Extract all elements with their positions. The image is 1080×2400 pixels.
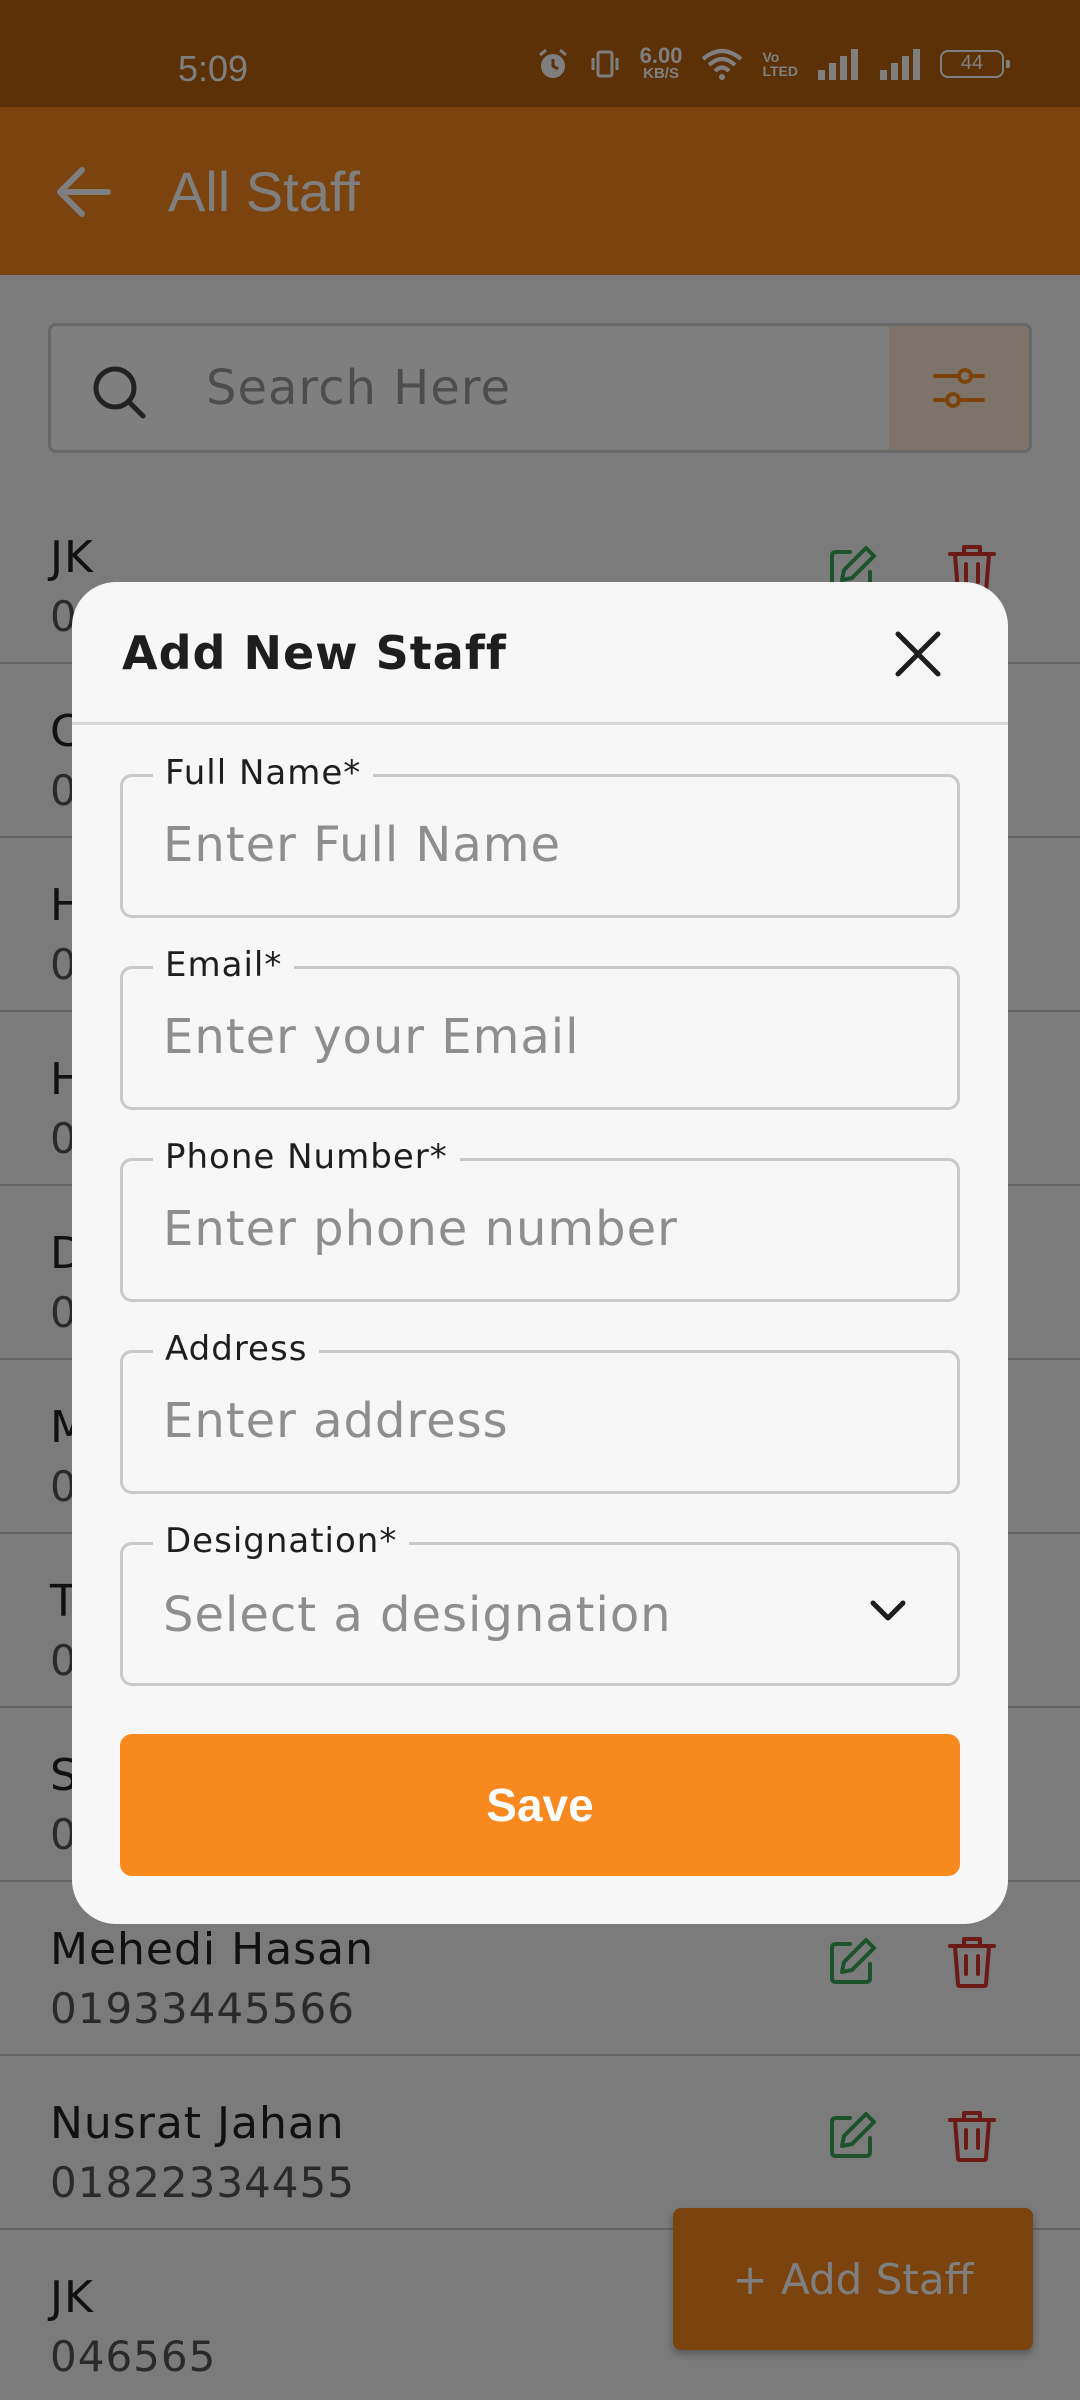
phone-input[interactable]: [163, 1179, 923, 1279]
address-input[interactable]: [163, 1371, 923, 1471]
save-button[interactable]: Save: [120, 1734, 960, 1876]
dialog-title: Add New Staff: [122, 626, 507, 680]
address-label: Address: [153, 1329, 320, 1369]
full-name-field: Full Name*: [120, 753, 960, 918]
phone-field: Phone Number*: [120, 1137, 960, 1302]
designation-select[interactable]: Designation* Select a designation: [120, 1521, 960, 1686]
phone-label: Phone Number*: [153, 1137, 460, 1177]
add-staff-dialog: Add New Staff Full Name* Email* Phone Nu…: [72, 582, 1008, 1924]
dialog-divider: [72, 722, 1008, 725]
email-field: Email*: [120, 945, 960, 1110]
designation-selected-value: Select a designation: [163, 1587, 672, 1643]
email-label: Email*: [153, 945, 295, 985]
chevron-down-icon: [870, 1600, 906, 1621]
email-input[interactable]: [163, 987, 923, 1087]
full-name-label: Full Name*: [153, 753, 374, 793]
full-name-input[interactable]: [163, 795, 923, 895]
close-icon[interactable]: [892, 628, 944, 680]
designation-label: Designation*: [153, 1521, 410, 1561]
address-field: Address: [120, 1329, 960, 1494]
